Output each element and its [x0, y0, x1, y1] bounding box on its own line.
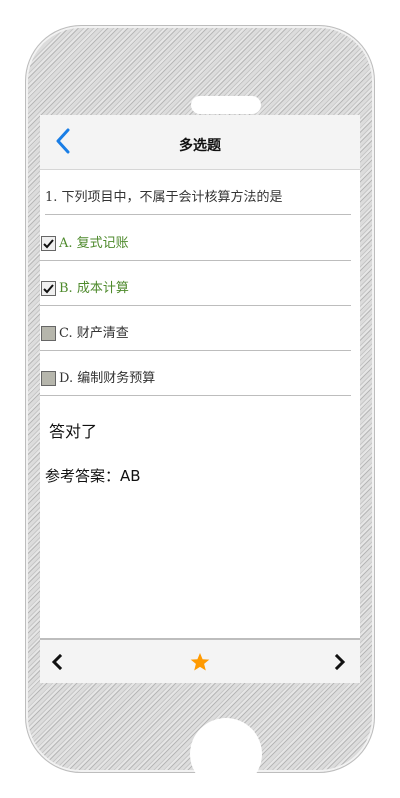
- favorite-button[interactable]: [187, 648, 213, 676]
- page: 多选题 1. 下列项目中，不属于会计核算方法的是 A. 复式记账 B. 成本计算…: [0, 0, 400, 798]
- checkbox-checked[interactable]: [41, 281, 56, 296]
- option-label: B. 成本计算: [59, 281, 129, 296]
- checkbox-checked[interactable]: [41, 236, 56, 251]
- option-label: D. 编制财务预算: [59, 371, 156, 386]
- reference-answer: 参考答案：AB: [45, 467, 141, 485]
- checkbox-unchecked[interactable]: [41, 326, 56, 341]
- page-title: 多选题: [179, 138, 221, 154]
- previous-button[interactable]: [44, 648, 70, 676]
- option-c[interactable]: C. 财产清查: [40, 315, 351, 351]
- question-text: 1. 下列项目中，不属于会计核算方法的是: [45, 183, 351, 215]
- option-b[interactable]: B. 成本计算: [40, 270, 351, 306]
- chevron-right-icon: [334, 654, 346, 670]
- star-icon: [190, 653, 210, 671]
- option-d[interactable]: D. 编制财务预算: [40, 360, 351, 396]
- nav-bar: 多选题: [40, 115, 360, 170]
- chevron-left-icon: [51, 654, 63, 670]
- checkmark-icon: [43, 284, 54, 294]
- checkbox-unchecked[interactable]: [41, 371, 56, 386]
- bottom-bar: [40, 638, 360, 683]
- checkmark-icon: [43, 239, 54, 249]
- app-screen: 多选题 1. 下列项目中，不属于会计核算方法的是 A. 复式记账 B. 成本计算…: [40, 115, 360, 683]
- option-label: C. 财产清查: [59, 326, 129, 341]
- home-button[interactable]: [190, 718, 262, 790]
- next-button[interactable]: [327, 648, 353, 676]
- result-text: 答对了: [49, 422, 98, 441]
- phone-speaker: [191, 96, 261, 114]
- option-label: A. 复式记账: [59, 236, 129, 251]
- option-a[interactable]: A. 复式记账: [40, 225, 351, 261]
